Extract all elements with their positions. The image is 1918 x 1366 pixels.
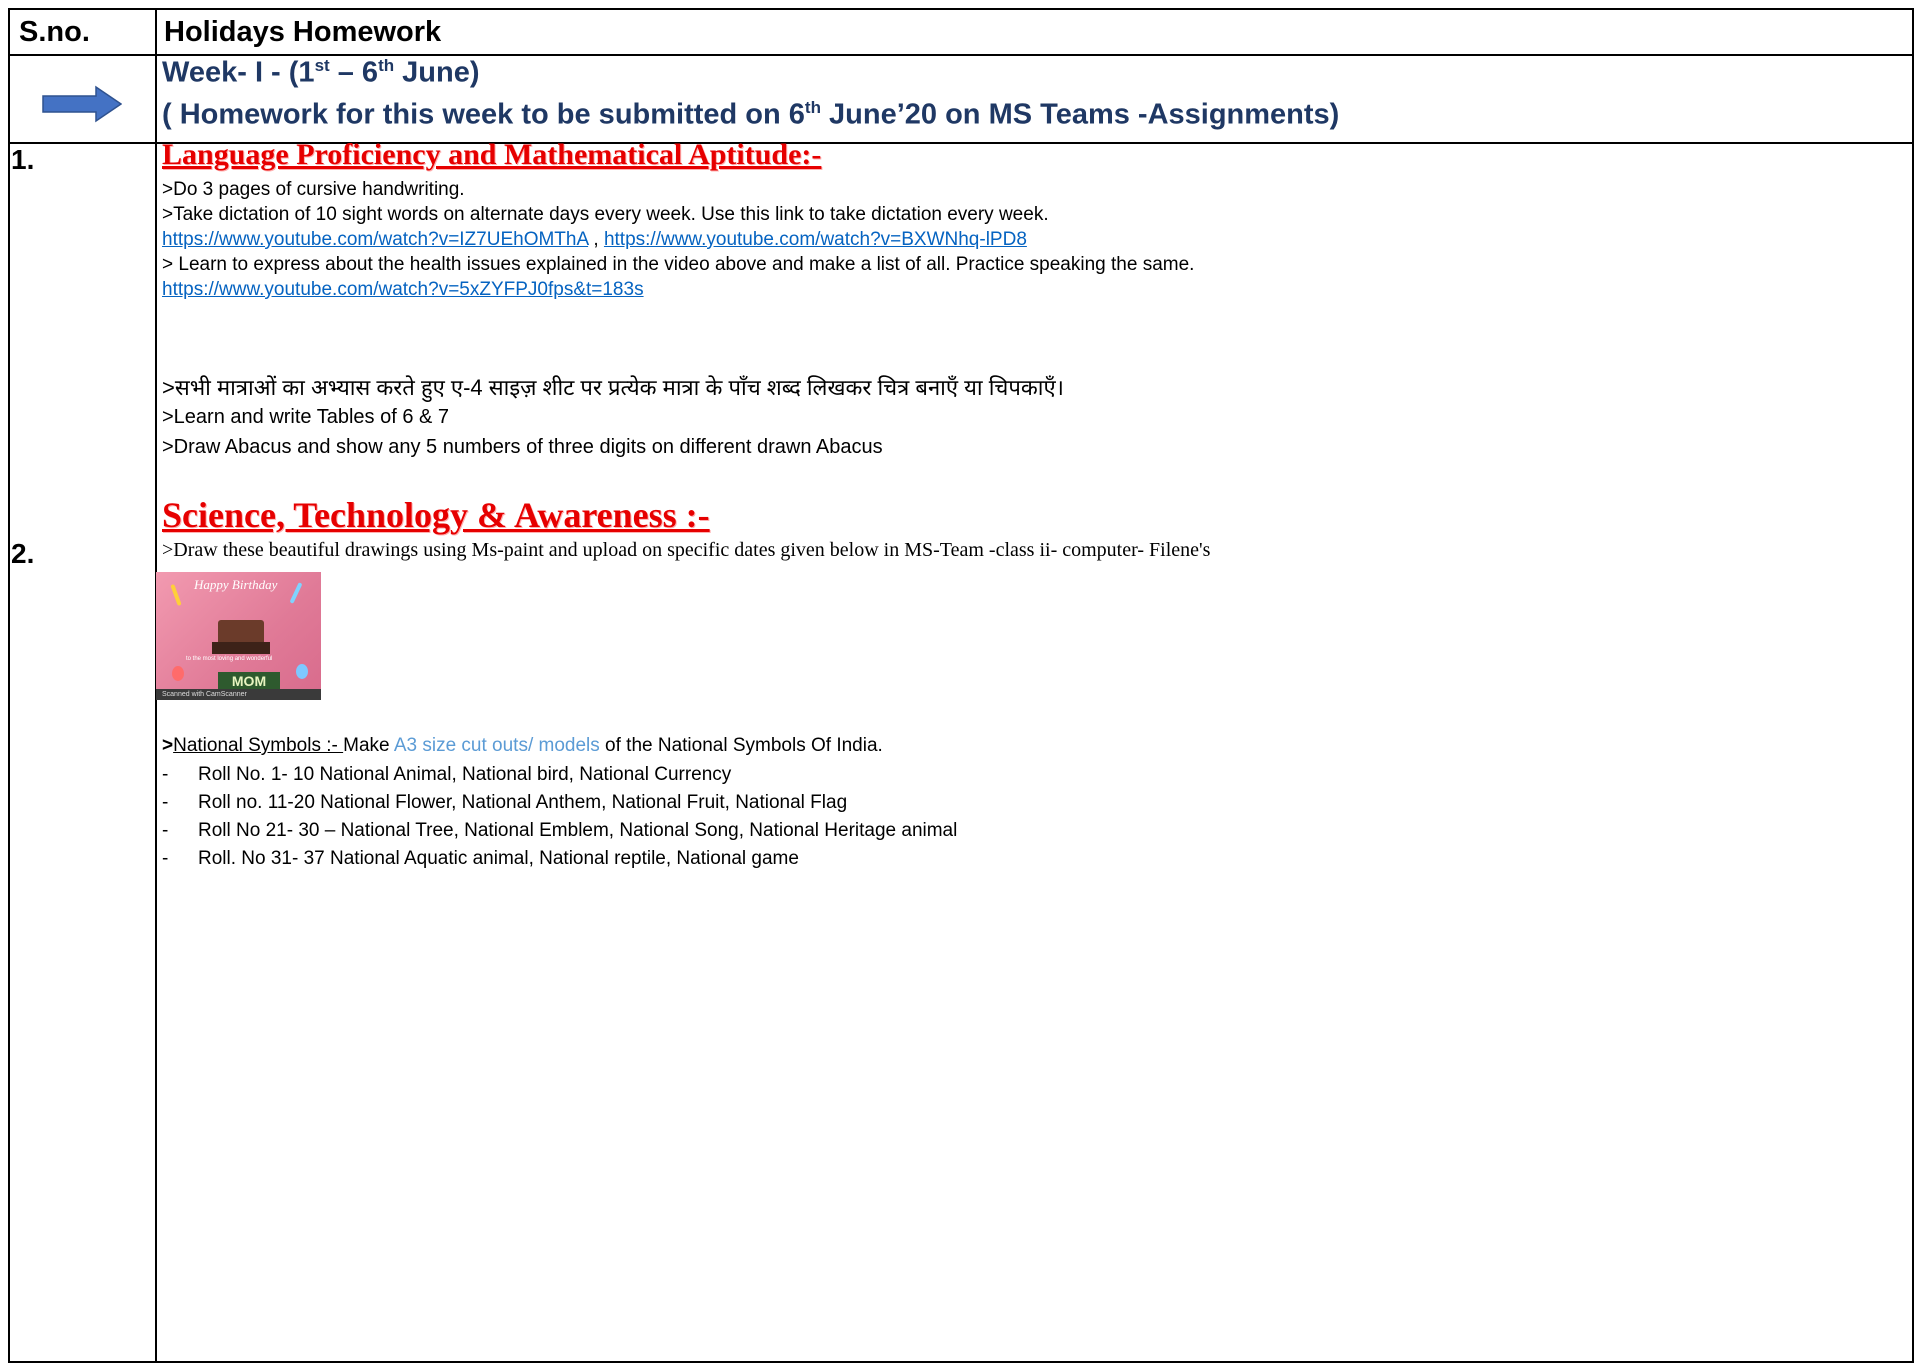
card-mom-label: MOM: [218, 672, 280, 690]
ribbon-icon: [170, 583, 182, 607]
table-title: Holidays Homework: [164, 16, 442, 48]
item-abacus: >Draw Abacus and show any 5 numbers of t…: [162, 436, 883, 458]
balloon-icon: [172, 666, 184, 681]
roll-group-3: Roll No 21- 30 – National Tree, National…: [198, 820, 958, 841]
balloon-icon: [296, 664, 308, 679]
sno-header: S.no.: [19, 16, 90, 48]
health-video-link[interactable]: https://www.youtube.com/watch?v=5xZYFPJ0…: [162, 279, 644, 301]
week-range: Week- I - (1st – 6th June): [162, 56, 480, 89]
item-health: > Learn to express about the health issu…: [162, 254, 1195, 275]
item-dictation: >Take dictation of 10 sight words on alt…: [162, 204, 1049, 225]
roll-group-4: Roll. No 31- 37 National Aquatic animal,…: [198, 848, 799, 869]
section-1-title: Language Proficiency and Mathematical Ap…: [162, 138, 822, 171]
card-tagline: to the most loving and wonderful: [186, 656, 273, 662]
scanner-footer: Scanned with CamScanner: [156, 689, 321, 700]
hindi-instruction: >सभी मात्राओं का अभ्यास करते हुए ए-4 साइ…: [162, 375, 1064, 400]
item-ms-paint: >Draw these beautiful drawings using Ms-…: [162, 539, 1211, 561]
row-number-1: 1.: [11, 144, 35, 175]
roll-group-1: Roll No. 1- 10 National Animal, National…: [198, 764, 732, 785]
row-number-2: 2.: [11, 538, 35, 569]
birthday-card-image: Happy Birthday to the most loving and wo…: [156, 572, 321, 700]
roll-dash: -: [162, 764, 169, 785]
item-cursive: >Do 3 pages of cursive handwriting.: [162, 179, 465, 200]
roll-dash: -: [162, 792, 169, 813]
right-arrow-icon: [42, 85, 122, 123]
national-symbols-intro: >National Symbols :- Make A3 size cut ou…: [162, 735, 883, 756]
roll-dash: -: [162, 820, 169, 841]
section-2-title: Science, Technology & Awareness :-: [162, 495, 710, 535]
roll-group-2: Roll no. 11-20 National Flower, National…: [198, 792, 848, 813]
dictation-links: https://www.youtube.com/watch?v=IZ7UEhOM…: [162, 229, 1027, 250]
submission-note: ( Homework for this week to be submitted…: [162, 98, 1340, 131]
dictation-link-2[interactable]: https://www.youtube.com/watch?v=BXWNhq-l…: [604, 229, 1027, 250]
item-tables: >Learn and write Tables of 6 & 7: [162, 406, 450, 428]
cake-base-icon: [212, 642, 270, 654]
roll-dash: -: [162, 848, 169, 869]
card-greeting: Happy Birthday: [194, 577, 278, 592]
dictation-link-1[interactable]: https://www.youtube.com/watch?v=IZ7UEhOM…: [162, 229, 588, 250]
ribbon-icon: [289, 582, 303, 604]
